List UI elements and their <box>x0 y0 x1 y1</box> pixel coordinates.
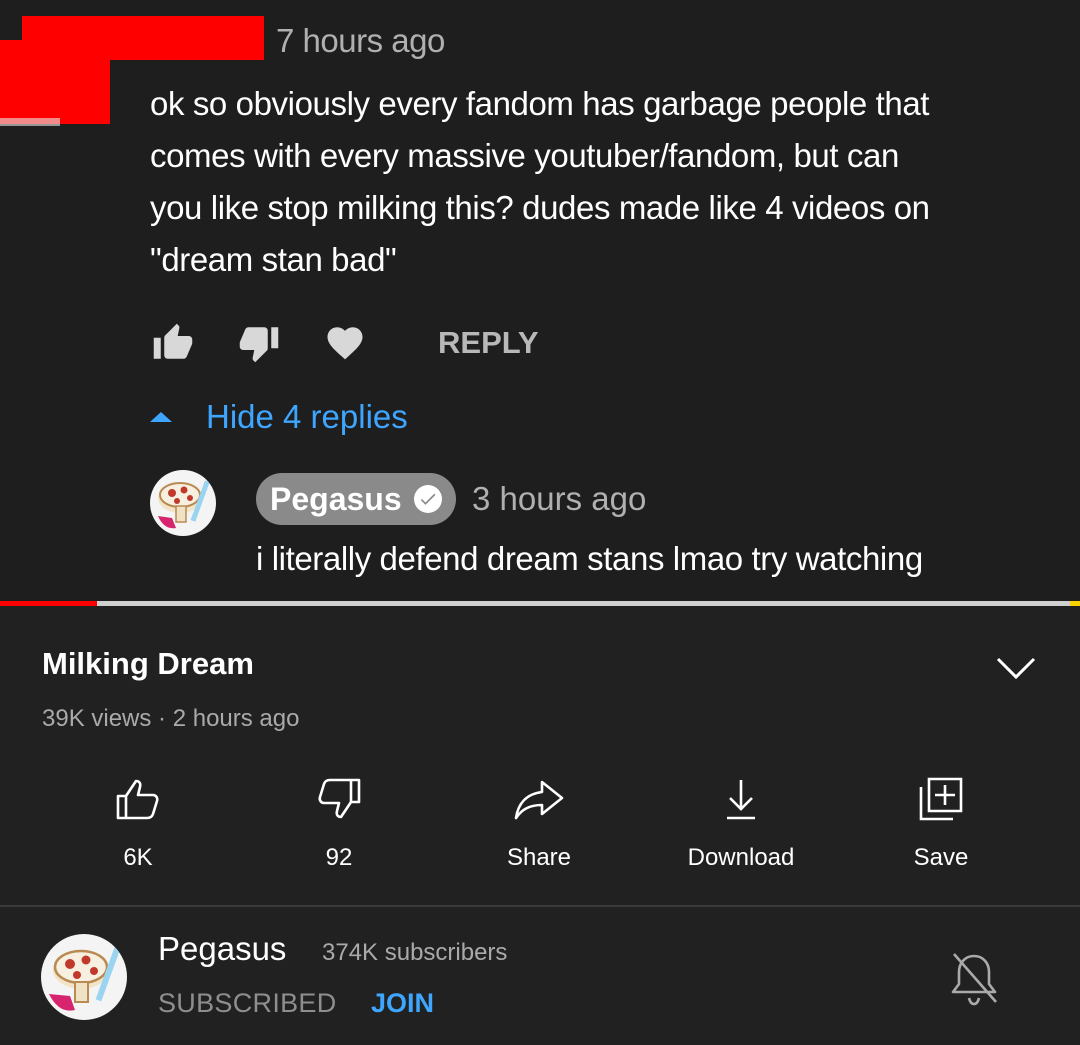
dislike-button[interactable]: 92 <box>239 768 439 872</box>
reply-author-name: Pegasus <box>270 480 402 517</box>
save-label: Save <box>913 844 969 871</box>
caret-up-icon <box>150 412 172 422</box>
reply-timestamp: 3 hours ago <box>472 480 647 517</box>
verified-check-icon <box>413 485 442 513</box>
subscriber-count: 374K subscribers <box>322 939 508 966</box>
video-actions: 6K 92 Share Download Save <box>0 768 1080 878</box>
download-label: Download <box>687 844 795 871</box>
reply-author-chip: Pegasus <box>256 473 456 525</box>
channel-avatar[interactable] <box>41 934 127 1020</box>
hide-replies-label: Hide 4 replies <box>206 398 408 435</box>
video-progress-bar[interactable] <box>0 601 1080 606</box>
subscribed-button[interactable]: SUBSCRIBED <box>158 988 337 1019</box>
channel-name[interactable]: Pegasus <box>158 930 286 968</box>
redaction-bar <box>0 40 110 124</box>
thumbs-up-icon <box>150 320 196 366</box>
hide-replies-toggle: Hide 4 replies <box>150 398 408 436</box>
like-count: 6K <box>123 844 153 871</box>
download-icon <box>641 768 841 830</box>
bell-off-icon[interactable] <box>946 948 1002 1008</box>
video-meta: 39K views · 2 hours ago <box>42 705 300 732</box>
save-button[interactable]: Save <box>841 768 1041 872</box>
share-button[interactable]: Share <box>439 768 639 872</box>
thumbs-up-outline-icon <box>38 768 238 830</box>
reply-button: REPLY <box>438 325 539 360</box>
divider <box>0 905 1080 907</box>
reply-avatar <box>150 470 216 536</box>
video-title[interactable]: Milking Dream <box>42 646 254 682</box>
reply-text: i literally defend dream stans lmao try … <box>256 540 923 577</box>
like-button[interactable]: 6K <box>38 768 238 872</box>
redaction-artifact <box>0 118 60 126</box>
join-button[interactable]: JOIN <box>371 988 434 1019</box>
heart-icon <box>322 320 368 366</box>
thumbs-down-icon <box>236 320 282 366</box>
share-label: Share <box>506 844 572 871</box>
comment-text: ok so obviously every fandom has garbage… <box>150 85 930 278</box>
comment-actions: REPLY <box>150 318 539 368</box>
progress-marker <box>1070 601 1080 606</box>
thumbs-down-outline-icon <box>239 768 439 830</box>
dislike-count: 92 <box>325 844 353 871</box>
chevron-down-icon[interactable] <box>994 651 1038 685</box>
share-arrow-icon <box>439 768 639 830</box>
comment-timestamp: 7 hours ago <box>276 22 445 59</box>
video-player[interactable]: 7 hours ago ok so obviously every fandom… <box>0 0 1080 604</box>
download-button[interactable]: Download <box>641 768 841 872</box>
save-playlist-icon <box>841 768 1041 830</box>
progress-played <box>0 601 98 606</box>
